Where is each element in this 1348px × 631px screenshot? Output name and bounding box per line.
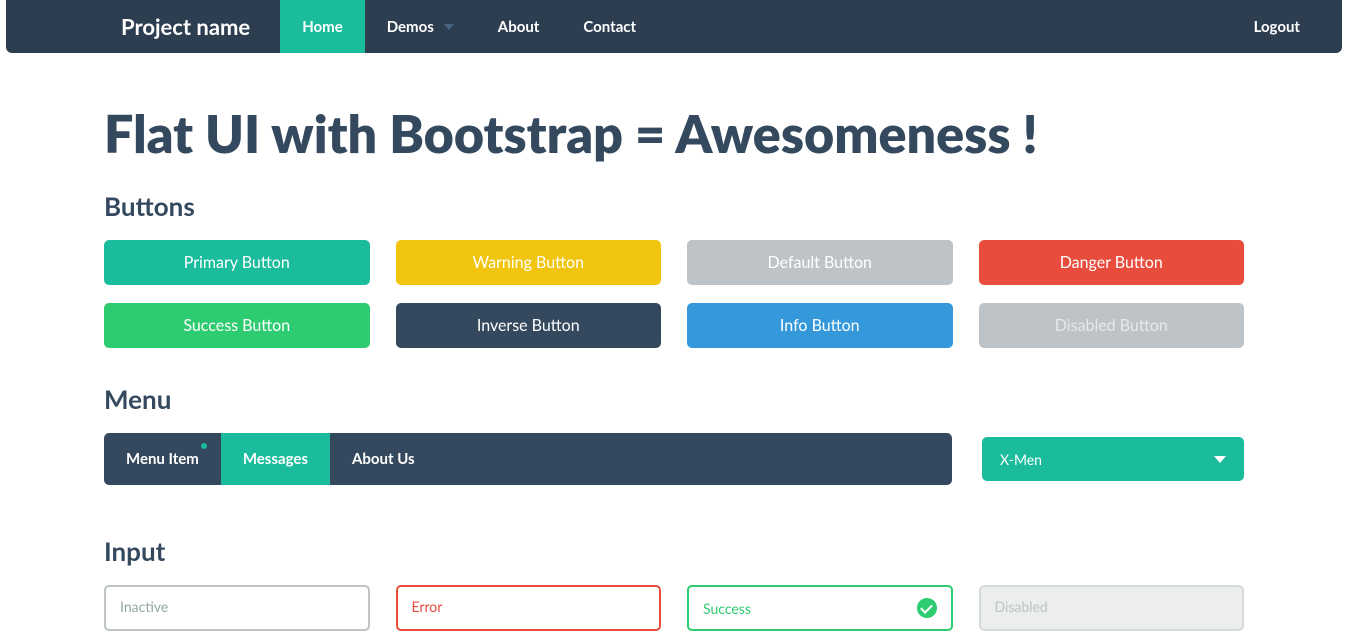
primary-button[interactable]: Primary Button bbox=[104, 240, 370, 285]
dropdown-select[interactable]: X-Men bbox=[982, 437, 1244, 481]
warning-button[interactable]: Warning Button bbox=[396, 240, 662, 285]
input-placeholder: Inactive bbox=[120, 598, 168, 615]
navbar-brand[interactable]: Project name bbox=[26, 13, 270, 40]
error-input[interactable]: Error bbox=[396, 585, 662, 631]
menu-heading: Menu bbox=[104, 383, 1244, 415]
info-button[interactable]: Info Button bbox=[687, 303, 953, 348]
inactive-input[interactable]: Inactive bbox=[104, 585, 370, 631]
menu-label: Messages bbox=[243, 450, 308, 468]
success-input[interactable]: Success bbox=[687, 585, 953, 631]
menu-label: Menu Item bbox=[126, 450, 199, 468]
main-container: Flat UI with Bootstrap = Awesomeness ! B… bbox=[104, 53, 1244, 631]
nav-items: Home Demos About Contact bbox=[280, 0, 658, 53]
success-button[interactable]: Success Button bbox=[104, 303, 370, 348]
disabled-input: Disabled bbox=[979, 585, 1245, 631]
notification-dot-icon bbox=[201, 443, 207, 449]
nav-label: Demos bbox=[387, 18, 434, 36]
nav-item-logout[interactable]: Logout bbox=[1232, 0, 1322, 53]
page-title: Flat UI with Bootstrap = Awesomeness ! bbox=[104, 103, 1244, 165]
buttons-heading: Buttons bbox=[104, 190, 1244, 222]
nav-item-about[interactable]: About bbox=[476, 0, 562, 53]
menu-item-menuitem[interactable]: Menu Item bbox=[104, 433, 221, 485]
menu-row: Menu Item Messages About Us X-Men bbox=[104, 433, 1244, 485]
menu-item-messages[interactable]: Messages bbox=[221, 433, 330, 485]
input-placeholder: Success bbox=[703, 600, 751, 617]
nav-item-home[interactable]: Home bbox=[280, 0, 365, 53]
chevron-down-icon bbox=[1214, 456, 1226, 463]
nav-label: About bbox=[498, 18, 540, 36]
nav-label: Logout bbox=[1254, 18, 1300, 36]
nav-label: Contact bbox=[583, 18, 636, 36]
menu-bar: Menu Item Messages About Us bbox=[104, 433, 952, 485]
chevron-down-icon bbox=[444, 24, 454, 30]
checkmark-icon bbox=[917, 598, 937, 618]
disabled-button: Disabled Button bbox=[979, 303, 1245, 348]
nav-item-contact[interactable]: Contact bbox=[561, 0, 658, 53]
dropdown-value: X-Men bbox=[1000, 451, 1042, 468]
menu-label: About Us bbox=[352, 450, 415, 468]
input-grid: Inactive Error Success Disabled bbox=[104, 585, 1244, 631]
input-placeholder: Error bbox=[412, 598, 443, 615]
default-button[interactable]: Default Button bbox=[687, 240, 953, 285]
button-grid: Primary Button Warning Button Default Bu… bbox=[104, 240, 1244, 348]
input-placeholder: Disabled bbox=[995, 598, 1048, 615]
inverse-button[interactable]: Inverse Button bbox=[396, 303, 662, 348]
navbar: Project name Home Demos About Contact Lo… bbox=[6, 0, 1342, 53]
input-heading: Input bbox=[104, 535, 1244, 567]
nav-item-demos[interactable]: Demos bbox=[365, 0, 476, 53]
menu-item-aboutus[interactable]: About Us bbox=[330, 433, 437, 485]
danger-button[interactable]: Danger Button bbox=[979, 240, 1245, 285]
nav-label: Home bbox=[302, 18, 343, 36]
